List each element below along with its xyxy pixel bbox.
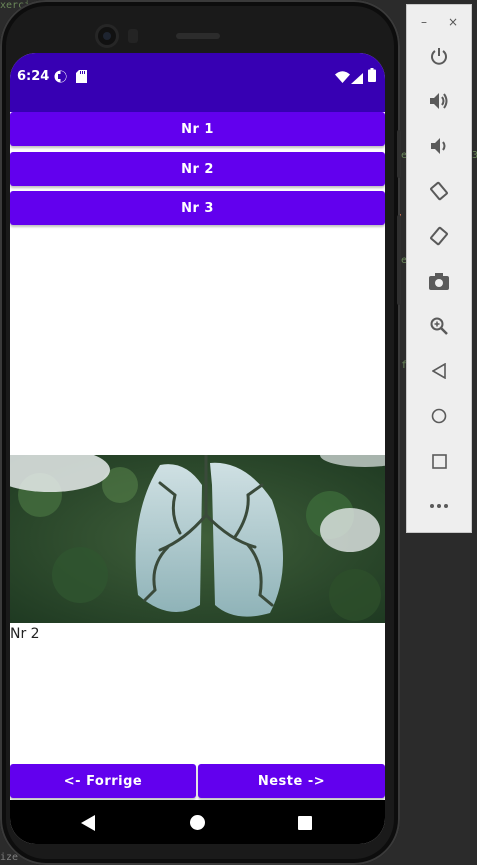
power-icon[interactable] <box>428 45 450 67</box>
phone-frame: 6:24 Nr 1 Nr 2 Nr 3 Nr 2 <- Forrige Nest… <box>0 0 401 865</box>
power-key[interactable] <box>397 130 401 178</box>
status-bar: 6:24 <box>10 53 385 112</box>
back-icon[interactable] <box>428 360 450 382</box>
nr1-button[interactable]: Nr 1 <box>10 112 385 146</box>
home-icon[interactable] <box>428 405 450 427</box>
volume-key[interactable] <box>397 215 401 305</box>
close-button[interactable]: × <box>448 15 458 29</box>
rotate-right-icon[interactable] <box>428 225 450 247</box>
status-time: 6:24 <box>17 69 50 84</box>
lung-forest-image <box>10 455 385 623</box>
signal-icon <box>351 69 363 88</box>
emulator-toolbar: – × <box>406 4 472 533</box>
battery-icon <box>368 67 376 86</box>
rotate-left-icon[interactable] <box>428 180 450 202</box>
front-camera <box>98 27 116 45</box>
nav-home-icon[interactable] <box>190 815 205 834</box>
nr3-button[interactable]: Nr 3 <box>10 191 385 225</box>
next-button[interactable]: Neste -> <box>198 764 385 798</box>
ide-gutter-mark: 3 <box>472 150 477 161</box>
wifi-icon <box>335 68 350 87</box>
volume-down-icon[interactable] <box>428 135 450 157</box>
camera-icon[interactable] <box>428 270 450 292</box>
earpiece-speaker <box>176 33 220 39</box>
sd-card-icon <box>76 68 87 87</box>
previous-button[interactable]: <- Forrige <box>10 764 196 798</box>
more-icon[interactable] <box>428 495 450 517</box>
zoom-icon[interactable] <box>428 315 450 337</box>
nr2-button[interactable]: Nr 2 <box>10 152 385 186</box>
data-saver-icon <box>54 68 67 87</box>
volume-up-icon[interactable] <box>428 90 450 112</box>
sensor <box>128 29 138 43</box>
minimize-button[interactable]: – <box>421 15 427 29</box>
nav-recents-icon[interactable] <box>298 815 312 834</box>
device-screen: 6:24 Nr 1 Nr 2 Nr 3 Nr 2 <- Forrige Nest… <box>10 53 385 844</box>
android-nav-bar <box>10 800 385 844</box>
overview-icon[interactable] <box>428 450 450 472</box>
image-caption: Nr 2 <box>10 626 40 642</box>
nav-back-icon[interactable] <box>81 815 95 835</box>
